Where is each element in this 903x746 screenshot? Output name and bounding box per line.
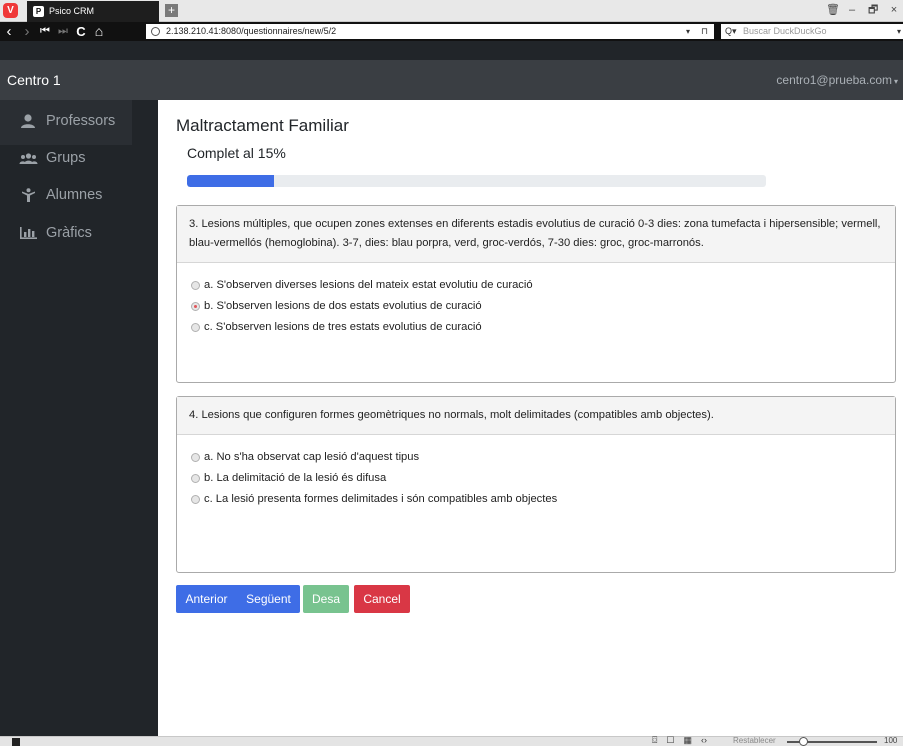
option-label: a. No s'ha observat cap lesió d'aquest t… [204,451,420,463]
question-text: 4. Lesions que configuren formes geomètr… [177,397,895,435]
user-icon [21,114,35,128]
browser-logo-icon[interactable]: V [3,3,18,18]
close-button[interactable]: × [889,3,899,17]
sidebar-item-label: Alumnes [46,187,103,203]
progress-label: Complet al 15% [187,145,286,161]
user-menu-dropdown[interactable]: centro1@prueba.com ▾ [776,60,898,100]
question-text: 3. Lesions múltiples, que ocupen zones e… [177,206,895,263]
tab-favicon-icon: P [33,6,44,17]
option-b[interactable]: b. S'observen lesions de dos estats evol… [191,296,895,317]
code-icon[interactable]: ‹› [701,735,707,746]
radio-button-checked[interactable] [191,302,200,311]
new-tab-button[interactable]: + [165,4,178,17]
search-dropdown-icon[interactable]: ▾ [897,24,901,39]
zoom-reset-button[interactable]: Restablecer [733,736,776,745]
option-b[interactable]: b. La delimitació de la lesió és difusa [191,468,895,489]
progress-bar-fill [187,175,274,187]
save-button[interactable]: Desa [303,585,349,613]
url-input[interactable]: 2.138.210.41:8080/questionnaires/new/5/2… [146,24,714,39]
radio-button[interactable] [191,281,200,290]
question-card-3: 3. Lesions múltiples, que ocupen zones e… [176,205,896,383]
option-a[interactable]: a. No s'ha observat cap lesió d'aquest t… [191,447,895,468]
app-navbar [0,60,903,100]
next-button[interactable]: Següent [237,585,300,613]
tile-icon[interactable]: ☐ [666,735,674,746]
option-c[interactable]: c. S'observen lesions de tres estats evo… [191,317,895,338]
bar-chart-icon [20,227,37,239]
search-input[interactable]: Q▾ Buscar DuckDuckGo ▾ [721,24,903,39]
users-icon [19,153,38,164]
user-email: centro1@prueba.com [776,73,892,87]
radio-button[interactable] [191,495,200,504]
zoom-slider-handle[interactable] [799,737,808,746]
sidebar-item-label: Gràfics [46,225,92,241]
chevron-down-icon: ▾ [893,77,898,86]
radio-button[interactable] [191,474,200,483]
fastforward-button[interactable]: ⏭ [54,22,72,41]
sidebar-item-label: Grups [46,150,86,166]
sidebar-item-label: Professors [46,113,116,129]
page-title: Maltractament Familiar [176,116,349,135]
restore-button[interactable]: 🗗 [868,3,878,17]
forward-button[interactable]: › [18,22,36,41]
url-dropdown-icon[interactable]: ▾ [686,24,690,39]
search-engine-icon[interactable]: Q▾ [725,24,737,39]
back-button[interactable]: ‹ [0,22,18,41]
browser-address-toolbar: ‹ › ⏮ ⏭ C ⌂ 2.138.210.41:8080/questionna… [0,22,903,41]
question-options: a. No s'ha observat cap lesió d'aquest t… [177,435,895,510]
capture-icon[interactable]: ⌼ [652,735,657,746]
option-label: b. La delimitació de la lesió és difusa [204,472,387,484]
brand-link[interactable]: Centro 1 [7,60,61,100]
zoom-value: 100 [884,736,898,745]
question-card-4: 4. Lesions que configuren formes geomètr… [176,396,896,573]
cancel-button[interactable]: Cancel [354,585,410,613]
sidebar-item-professors[interactable]: Professors [19,111,115,131]
question-options: a. S'observen diverses lesions del matei… [177,263,895,338]
reload-button[interactable]: C [72,22,90,41]
panel-toggle-icon[interactable] [12,738,20,746]
browser-status-bar: ⌼ ☐ ▦ ‹› Restablecer 100 [0,735,903,746]
sidebar-item-alumnes[interactable]: Alumnes [19,185,102,205]
option-label: c. La lesió presenta formes delimitades … [204,493,558,505]
home-button[interactable]: ⌂ [90,22,108,41]
sidebar-item-grafics[interactable]: Gràfics [19,223,92,243]
option-a[interactable]: a. S'observen diverses lesions del matei… [191,275,895,296]
option-c[interactable]: c. La lesió presenta formes delimitades … [191,489,895,510]
site-info-icon[interactable] [151,27,160,36]
tab-title: Psico CRM [49,6,95,16]
minimize-button[interactable]: – [847,3,857,17]
option-label: c. S'observen lesions de tres estats evo… [204,321,482,333]
radio-button[interactable] [191,323,200,332]
option-label: b. S'observen lesions de dos estats evol… [204,300,482,312]
status-bar-icons: ⌼ ☐ ▦ ‹› [652,735,707,746]
trash-icon[interactable]: 🗑 [826,3,840,17]
window-controls: 🗑 – 🗗 × [826,3,899,17]
browser-tab[interactable]: P Psico CRM [27,1,159,22]
sidebar-item-grups[interactable]: Grups [19,148,86,168]
rewind-button[interactable]: ⏮ [36,22,54,41]
images-icon[interactable]: ▦ [683,735,692,746]
navbar-top-strip [0,41,903,60]
search-placeholder: Buscar DuckDuckGo [743,26,827,36]
bookmark-icon[interactable]: ⊓ [701,24,708,39]
option-label: a. S'observen diverses lesions del matei… [204,279,533,291]
radio-button[interactable] [191,453,200,462]
previous-button[interactable]: Anterior [176,585,237,613]
child-icon [22,188,35,202]
browser-tab-bar: V P Psico CRM + 🗑 – 🗗 × [0,0,903,22]
url-text: 2.138.210.41:8080/questionnaires/new/5/2 [166,26,337,36]
progress-bar [187,175,766,187]
